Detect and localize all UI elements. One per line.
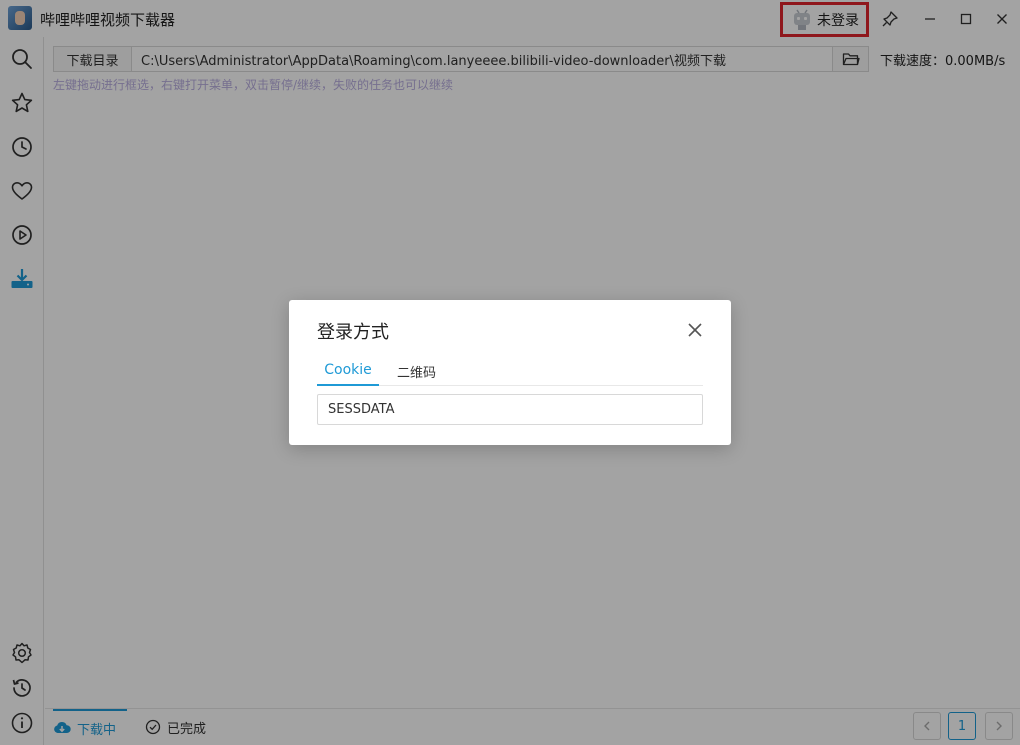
login-dialog: 登录方式 Cookie 二维码 [289, 300, 731, 445]
tab-qrcode[interactable]: 二维码 [397, 356, 436, 386]
dialog-title: 登录方式 [317, 322, 389, 343]
app-window: 哔哩哔哩视频下载器 未登录 下载目录 C:\Users\Administrato… [0, 0, 1020, 745]
tab-cookie[interactable]: Cookie [317, 356, 379, 386]
close-icon [688, 323, 702, 337]
login-method-tabs: Cookie 二维码 [317, 356, 703, 386]
sessdata-input[interactable] [317, 394, 703, 425]
dialog-close-button[interactable] [685, 320, 705, 340]
